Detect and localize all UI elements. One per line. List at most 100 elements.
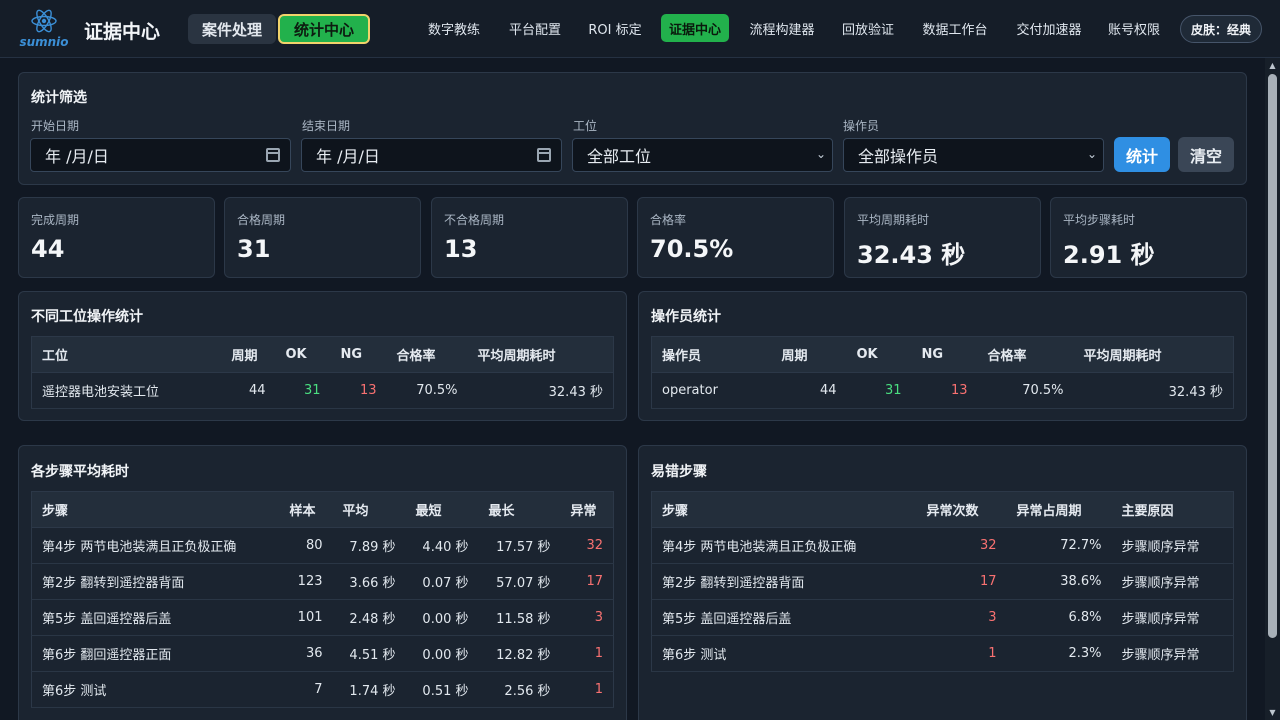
col-header: NG [330,336,387,373]
atom-icon [31,9,57,33]
cell-station: 遥控器电池安装工位 [31,372,222,409]
cell-step: 第5步 盖回遥控器后盖 [31,599,280,636]
nav-digital-coach[interactable]: 数字教练 [420,14,488,42]
scroll-down-icon[interactable]: ▼ [1268,708,1277,717]
cell-ok: 31 [275,372,331,409]
page-scrollbar[interactable]: ▲ ▼ [1265,58,1280,720]
cell-anomaly: 32 [560,527,614,564]
table-row: 第6步 测试 1 2.3% 步骤顺序异常 [651,635,1234,672]
start-date-label: 开始日期 [31,119,80,133]
cell-anomaly-count: 3 [916,599,1007,636]
card-value: 32.43 秒 [857,241,966,269]
table-row: 第2步 翻转到遥控器背面 17 38.6% 步骤顺序异常 [651,563,1234,600]
cell-step: 第4步 两节电池装满且正负极正确 [31,527,280,564]
card-label: 平均周期耗时 [857,213,930,227]
filter-title: 统计筛选 [31,90,87,106]
operator-stats-title: 操作员统计 [651,309,721,325]
logo-text: sumnio [19,35,69,49]
card-value: 2.91 秒 [1063,241,1155,269]
summary-card-pass-rate: 合格率 70.5% [637,197,834,278]
col-header: 合格率 [977,336,1074,373]
cell-min: 0.51 秒 [405,671,479,708]
operator-select[interactable]: 全部操作员 ⌄ [843,138,1104,172]
cell-avg: 1.74 秒 [332,671,406,708]
step-stats-table: 步骤 样本 平均 最短 最长 异常 第4步 两节电池装满且正负极正确 80 7.… [31,491,614,708]
end-date-value: 年 /月/日 [316,147,380,166]
col-header: 周期 [771,336,847,373]
end-date-input[interactable]: 年 /月/日 [301,138,562,172]
cell-step: 第2步 翻转到遥控器背面 [651,563,917,600]
nav-account-permissions[interactable]: 账号权限 [1100,14,1168,42]
table-row: operator 44 31 13 70.5% 32.43 秒 [651,372,1234,409]
summary-card-avg-step: 平均步骤耗时 2.91 秒 [1050,197,1247,278]
start-date-input[interactable]: 年 /月/日 [30,138,291,172]
station-stats-title: 不同工位操作统计 [31,309,143,325]
station-select[interactable]: 全部工位 ⌄ [572,138,833,172]
nav-evidence-center[interactable]: 证据中心 [661,14,729,42]
calendar-icon[interactable] [537,148,551,162]
cell-ng: 13 [911,372,978,409]
cell-operator: operator [651,372,772,409]
nav-roi-calibration[interactable]: ROI 标定 [581,14,649,42]
col-header: 平均周期耗时 [467,336,614,373]
cell-min: 0.07 秒 [405,563,479,600]
cell-avg: 2.48 秒 [332,599,406,636]
nav-flow-builder[interactable]: 流程构建器 [741,14,823,42]
card-value: 31 [237,235,271,263]
error-steps-table: 步骤 异常次数 异常占周期 主要原因 第4步 两节电池装满且正负极正确 32 7… [651,491,1234,672]
stat-button[interactable]: 统计 [1114,137,1170,172]
cell-anomaly-ratio: 38.6% [1006,563,1112,600]
cell-step: 第6步 测试 [651,635,917,672]
summary-card-avg-cycle: 平均周期耗时 32.43 秒 [844,197,1041,278]
chevron-down-icon: ⌄ [815,147,826,161]
cell-ok: 31 [846,372,912,409]
case-processing-button[interactable]: 案件处理 [188,14,276,44]
error-steps-title: 易错步骤 [651,464,707,480]
cell-pass-rate: 70.5% [386,372,468,409]
card-label: 完成周期 [31,213,80,227]
cell-anomaly: 3 [560,599,614,636]
nav-replay-verify[interactable]: 回放验证 [834,14,902,42]
col-header: 最长 [478,491,561,528]
operator-label: 操作员 [843,119,880,133]
cell-anomaly: 17 [560,563,614,600]
cell-min: 4.40 秒 [405,527,479,564]
col-header: 异常 [560,491,614,528]
top-bar: sumnio 证据中心 案件处理 统计中心 数字教练 平台配置 ROI 标定 证… [0,0,1280,58]
cell-anomaly-count: 1 [916,635,1007,672]
cell-anomaly-ratio: 2.3% [1006,635,1112,672]
card-label: 平均步骤耗时 [1063,213,1136,227]
cell-reason: 步骤顺序异常 [1111,635,1234,672]
cell-anomaly-ratio: 72.7% [1006,527,1112,564]
nav-data-workbench[interactable]: 数据工作台 [914,14,996,42]
card-value: 44 [31,235,65,263]
scroll-up-icon[interactable]: ▲ [1268,61,1277,70]
cell-step: 第2步 翻转到遥控器背面 [31,563,280,600]
station-select-value: 全部工位 [587,147,652,166]
scroll-thumb[interactable] [1268,74,1277,638]
table-row: 第6步 测试 7 1.74 秒 0.51 秒 2.56 秒 1 [31,671,614,708]
table-row: 遥控器电池安装工位 44 31 13 70.5% 32.43 秒 [31,372,614,409]
col-header: 主要原因 [1111,491,1234,528]
clear-button[interactable]: 清空 [1178,137,1234,172]
col-header: 异常占周期 [1006,491,1112,528]
calendar-icon[interactable] [266,148,280,162]
table-row: 第6步 翻回遥控器正面 36 4.51 秒 0.00 秒 12.82 秒 1 [31,635,614,672]
skin-toggle[interactable]: 皮肤：经典 [1180,15,1262,43]
col-header: 平均 [332,491,406,528]
cell-anomaly-ratio: 6.8% [1006,599,1112,636]
cell-samples: 80 [279,527,333,564]
statistics-center-button[interactable]: 统计中心 [278,14,370,44]
cell-min: 0.00 秒 [405,635,479,672]
col-header: 异常次数 [916,491,1007,528]
cell-anomaly: 1 [560,671,614,708]
cell-reason: 步骤顺序异常 [1111,527,1234,564]
col-header: 平均周期耗时 [1073,336,1234,373]
nav-platform-config[interactable]: 平台配置 [501,14,569,42]
nav-delivery-accelerator[interactable]: 交付加速器 [1008,14,1090,42]
summary-card-fail: 不合格周期 13 [431,197,628,278]
cell-step: 第5步 盖回遥控器后盖 [651,599,917,636]
station-label: 工位 [573,119,598,133]
card-value: 13 [444,235,478,263]
col-header: 样本 [279,491,333,528]
